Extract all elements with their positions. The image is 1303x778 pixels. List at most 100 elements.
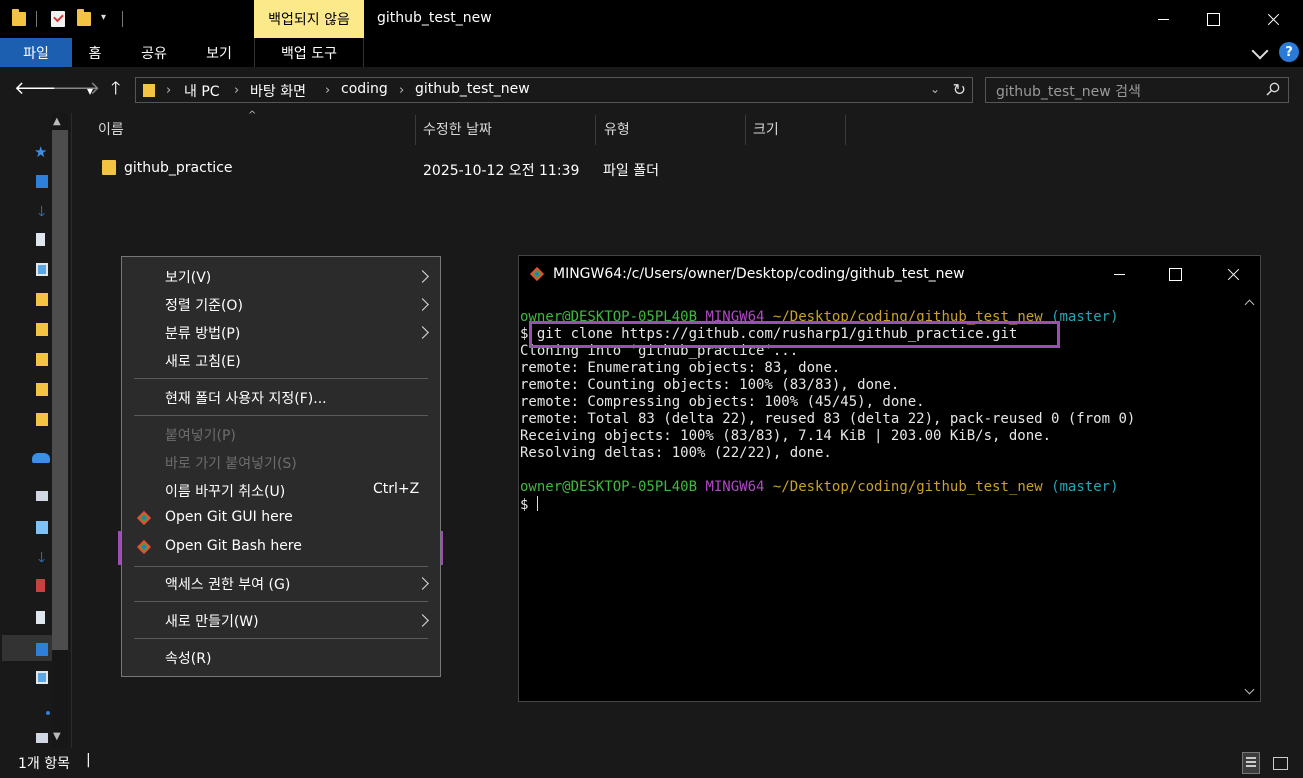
maximize-button[interactable] bbox=[1190, 0, 1236, 38]
column-divider[interactable] bbox=[415, 115, 416, 145]
menu-item-label: 속성(R) bbox=[165, 651, 212, 667]
terminal-output[interactable]: owner@DESKTOP-05PL40B MINGW64 ~/Desktop/… bbox=[520, 309, 1240, 513]
desktop-icon[interactable] bbox=[36, 643, 48, 656]
sidebar-scrollbar-thumb[interactable] bbox=[52, 130, 68, 650]
download-arrow-icon[interactable]: 🡓 bbox=[38, 201, 45, 225]
3d-objects-icon[interactable] bbox=[36, 521, 48, 534]
column-divider[interactable] bbox=[745, 115, 746, 145]
scroll-up-icon[interactable]: ▲ bbox=[53, 116, 61, 127]
quick-access-star-icon[interactable]: ★ bbox=[34, 143, 47, 161]
terminal-minimize-button[interactable] bbox=[1099, 256, 1139, 292]
menu-item-open-git-bash[interactable]: Open Git Bash here bbox=[122, 534, 440, 560]
scroll-down-icon[interactable]: ▼ bbox=[53, 731, 61, 742]
terminal-scrollbar[interactable] bbox=[1241, 292, 1260, 701]
quick-access-dropdown-icon[interactable]: ▾ bbox=[101, 12, 106, 30]
menu-item-view[interactable]: 보기(V) bbox=[122, 263, 440, 289]
column-header-size[interactable]: 크기 bbox=[753, 119, 779, 139]
large-icons-view-icon[interactable] bbox=[1270, 754, 1290, 772]
menu-item-refresh[interactable]: 새로 고침(E) bbox=[122, 347, 440, 373]
tab-home[interactable]: 홈 bbox=[80, 38, 110, 67]
menu-item-undo-rename[interactable]: 이름 바꾸기 취소(U) Ctrl+Z bbox=[122, 477, 440, 503]
terminal-prompt-line: owner@DESKTOP-05PL40B MINGW64 ~/Desktop/… bbox=[520, 479, 1240, 496]
column-header-type[interactable]: 유형 bbox=[604, 119, 630, 139]
music-icon[interactable] bbox=[46, 711, 50, 715]
breadcrumb-github-test-new[interactable]: github_test_new bbox=[415, 81, 530, 97]
chevron-right-icon[interactable]: › bbox=[325, 83, 330, 98]
chevron-down-icon[interactable] bbox=[1251, 42, 1269, 60]
terminal-output-line: Cloning into 'github_practice'... bbox=[520, 343, 799, 359]
folder-icon[interactable] bbox=[102, 160, 116, 175]
forward-arrow-icon[interactable]: 🡒 bbox=[52, 79, 100, 99]
backup-status-badge[interactable]: 백업되지 않음 bbox=[254, 0, 364, 38]
pictures-icon[interactable] bbox=[36, 263, 48, 276]
menu-item-label: 이름 바꾸기 취소(U) bbox=[165, 484, 286, 500]
scroll-down-icon[interactable] bbox=[1244, 684, 1255, 695]
onedrive-cloud-icon[interactable] bbox=[32, 453, 50, 463]
menu-item-properties[interactable]: 속성(R) bbox=[122, 644, 440, 670]
column-header-name[interactable]: 이름 bbox=[98, 119, 124, 139]
search-input[interactable]: github_test_new 검색 bbox=[996, 84, 1141, 100]
search-box[interactable]: github_test_new 검색 bbox=[985, 77, 1289, 103]
column-divider[interactable] bbox=[595, 115, 596, 145]
document-icon[interactable] bbox=[36, 233, 45, 246]
menu-divider bbox=[134, 601, 428, 602]
menu-item-new[interactable]: 새로 만들기(W) bbox=[122, 607, 440, 633]
document-icon[interactable] bbox=[36, 611, 45, 624]
local-disk-icon[interactable] bbox=[36, 733, 48, 743]
search-icon[interactable] bbox=[1266, 82, 1280, 96]
column-divider[interactable] bbox=[845, 115, 846, 145]
desktop-icon[interactable] bbox=[36, 175, 48, 188]
tab-share[interactable]: 공유 bbox=[132, 38, 176, 67]
chevron-right-icon[interactable]: › bbox=[166, 83, 171, 98]
chevron-right-icon[interactable]: › bbox=[399, 83, 404, 98]
terminal-title: MINGW64:/c/Users/owner/Desktop/coding/gi… bbox=[553, 266, 965, 282]
tab-file[interactable]: 파일 bbox=[0, 38, 72, 67]
chevron-right-icon bbox=[416, 298, 429, 311]
folder-icon[interactable] bbox=[36, 383, 48, 396]
menu-item-give-access[interactable]: 액세스 권한 부여 (G) bbox=[122, 570, 440, 596]
tab-view[interactable]: 보기 bbox=[197, 38, 241, 67]
videos-icon[interactable] bbox=[36, 579, 45, 592]
help-icon[interactable]: ? bbox=[1279, 42, 1299, 62]
address-dropdown-icon[interactable]: ⌄ bbox=[930, 82, 940, 96]
menu-item-group-by[interactable]: 분류 방법(P) bbox=[122, 319, 440, 345]
properties-check-icon[interactable] bbox=[51, 11, 65, 27]
folder-icon[interactable] bbox=[36, 353, 48, 366]
recent-locations-chevron-icon[interactable]: ▾ bbox=[87, 81, 93, 101]
terminal-input-line[interactable]: $ bbox=[520, 496, 1240, 513]
download-arrow-icon[interactable]: 🡓 bbox=[38, 547, 45, 571]
folder-icon[interactable] bbox=[36, 413, 48, 426]
scroll-up-icon[interactable] bbox=[1244, 299, 1255, 310]
terminal-close-button[interactable] bbox=[1213, 256, 1253, 292]
column-header-modified[interactable]: 수정한 날짜 bbox=[423, 119, 492, 139]
menu-item-sort-by[interactable]: 정렬 기준(O) bbox=[122, 291, 440, 317]
chevron-right-icon[interactable]: › bbox=[234, 83, 239, 98]
minimize-button[interactable] bbox=[1140, 0, 1186, 38]
item-count: 1개 항목 bbox=[18, 756, 70, 772]
git-bash-window[interactable]: MINGW64:/c/Users/owner/Desktop/coding/gi… bbox=[518, 255, 1261, 702]
prompt-branch: (master) bbox=[1051, 309, 1119, 325]
this-pc-icon[interactable] bbox=[36, 491, 48, 501]
file-row-name[interactable]: github_practice bbox=[124, 160, 233, 176]
close-button[interactable] bbox=[1250, 0, 1296, 38]
address-bar[interactable]: › 내 PC › 바탕 화면 › coding › github_test_ne… bbox=[135, 77, 973, 103]
menu-item-open-git-gui[interactable]: Open Git GUI here bbox=[122, 505, 440, 531]
menu-item-customize-folder[interactable]: 현재 폴더 사용자 지정(F)... bbox=[122, 384, 440, 410]
new-folder-icon[interactable] bbox=[77, 9, 91, 26]
menu-item-label: 정렬 기준(O) bbox=[165, 298, 243, 314]
folder-icon[interactable] bbox=[12, 9, 26, 26]
prompt-shell: MINGW64 bbox=[705, 309, 765, 325]
refresh-icon[interactable]: ↻ bbox=[953, 80, 966, 99]
terminal-output-line: remote: Counting objects: 100% (83/83), … bbox=[520, 377, 900, 393]
up-arrow-icon[interactable]: 🡑 bbox=[111, 79, 120, 99]
details-view-icon[interactable] bbox=[1242, 752, 1260, 774]
breadcrumb-this-pc[interactable]: 내 PC bbox=[184, 81, 220, 101]
terminal-maximize-button[interactable] bbox=[1155, 256, 1195, 292]
folder-icon[interactable] bbox=[36, 293, 48, 306]
terminal-title-bar[interactable]: MINGW64:/c/Users/owner/Desktop/coding/gi… bbox=[519, 256, 1260, 292]
folder-icon[interactable] bbox=[36, 323, 48, 336]
tab-backup-tools[interactable]: 백업 도구 bbox=[254, 38, 364, 67]
breadcrumb-coding[interactable]: coding bbox=[341, 81, 388, 97]
pictures-icon[interactable] bbox=[36, 671, 48, 684]
breadcrumb-desktop[interactable]: 바탕 화면 bbox=[250, 81, 306, 101]
